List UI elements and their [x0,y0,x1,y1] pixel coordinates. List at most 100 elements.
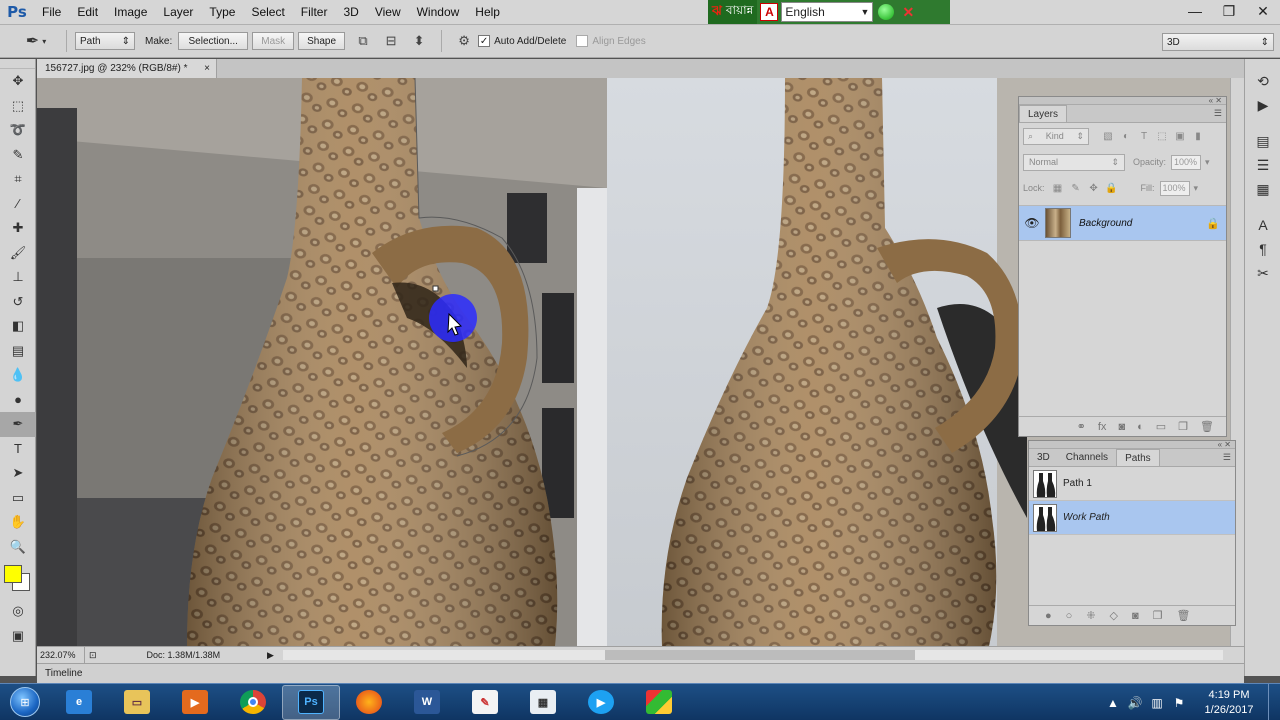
gear-icon[interactable]: ⚙ [453,31,475,51]
taskbar-media-player[interactable]: ▶ [166,685,224,720]
path-selection-tool-icon[interactable]: ➤ [0,461,36,486]
rectangle-tool-icon[interactable]: ▭ [0,486,36,511]
menu-file[interactable]: File [34,0,69,25]
new-path-icon[interactable]: ❐ [1153,609,1163,622]
type-tool-icon[interactable]: T [0,437,36,462]
menu-view[interactable]: View [367,0,409,25]
language-toggle-icon[interactable] [878,4,895,20]
eye-icon[interactable]: 👁 [1019,216,1045,230]
new-layer-icon[interactable]: ❐ [1178,420,1188,433]
stroke-path-icon[interactable]: ○ [1066,610,1073,622]
scrollbar-thumb[interactable] [605,650,915,660]
menu-3d[interactable]: 3D [335,0,366,25]
character-panel-icon[interactable]: A [1245,213,1280,237]
menu-select[interactable]: Select [243,0,292,25]
gradient-tool-icon[interactable]: ▤ [0,339,36,364]
link-layers-icon[interactable]: ⚭ [1077,420,1086,433]
make-work-path-icon[interactable]: ◇ [1110,609,1118,622]
show-hidden-icons-icon[interactable]: ▲ [1102,696,1124,710]
opacity-slider-arrow-icon[interactable]: ▾ [1205,157,1210,168]
path-row-work-path[interactable]: Work Path [1029,501,1235,535]
lock-transparent-icon[interactable]: ▦ [1049,183,1067,194]
zoom-tool-icon[interactable]: 🔍 [0,535,36,560]
close-icon[interactable]: ✕ [1246,0,1280,24]
pen-mode-select[interactable]: Path ⇕ [75,32,135,50]
panel-menu-icon[interactable]: ☰ [1223,452,1231,463]
menu-type[interactable]: Type [201,0,243,25]
timeline-tab[interactable]: Timeline [45,668,82,679]
make-shape-button[interactable]: Shape [298,32,346,50]
show-desktop-button[interactable] [1268,684,1280,720]
workspace-select[interactable]: 3D ⇕ [1162,33,1274,51]
trash-icon[interactable]: 🗑 [1177,609,1191,622]
foreground-color-swatch[interactable] [4,565,22,583]
load-as-selection-icon[interactable]: ⁜ [1086,609,1095,622]
menu-image[interactable]: Image [106,0,155,25]
panel-menu-icon[interactable]: ☰ [1214,108,1222,119]
align-edges-checkbox[interactable]: Align Edges [576,35,646,47]
action-center-icon[interactable]: ⚑ [1168,696,1190,710]
language-close-icon[interactable]: ✕ [899,4,917,20]
adjustments-panel-icon[interactable]: ☰ [1245,153,1280,177]
eraser-tool-icon[interactable]: ◧ [0,314,36,339]
kind-filter-select[interactable]: ⌕ Kind ⇕ [1023,127,1089,145]
pen-tool-icon[interactable]: ✒ [0,412,36,437]
language-select[interactable]: English ▼ [781,2,874,22]
lock-image-icon[interactable]: ✎ [1067,183,1085,194]
document-tab[interactable]: 156727.jpg @ 232% (RGB/8#) * × [37,59,217,78]
blend-mode-select[interactable]: Normal ⇕ [1023,153,1125,171]
properties-panel-icon[interactable]: ▤ [1245,129,1280,153]
crop-tool-icon[interactable]: ⌗ [0,167,36,192]
fx-icon[interactable]: fx [1098,421,1107,433]
pixel-filter-icon[interactable]: ▧ [1099,131,1117,142]
taskbar-chrome[interactable] [224,685,282,720]
tab-channels[interactable]: Channels [1058,449,1116,466]
language-icon[interactable]: A [760,3,779,21]
type-filter-icon[interactable]: T [1135,131,1153,142]
move-tool-icon[interactable]: ✥ [0,69,36,94]
restore-icon[interactable]: ❐ [1212,0,1246,24]
panel-grip[interactable] [1245,59,1280,69]
new-group-icon[interactable]: ▭ [1156,420,1166,433]
clone-stamp-tool-icon[interactable]: ⊥ [0,265,36,290]
lock-position-icon[interactable]: ✥ [1085,183,1103,194]
filter-toggle-icon[interactable]: ▮ [1189,131,1207,142]
taskbar-word[interactable]: W [398,685,456,720]
shape-filter-icon[interactable]: ⬚ [1153,131,1171,142]
path-alignment-icon[interactable]: ⊟ [380,31,402,51]
add-mask-icon[interactable]: ◙ [1118,421,1125,433]
taskbar-firefox[interactable] [340,685,398,720]
tab-3d[interactable]: 3D [1029,449,1058,466]
menu-help[interactable]: Help [467,0,508,25]
screen-mode-icon[interactable]: ▣ [0,624,36,649]
path-operations-icon[interactable]: ⧉ [352,31,374,51]
marquee-tool-icon[interactable]: ⬚ [0,94,36,119]
actions-panel-icon[interactable]: ▶ [1245,93,1280,117]
tab-layers[interactable]: Layers [1019,105,1068,122]
fill-slider-arrow-icon[interactable]: ▾ [1194,183,1199,194]
history-brush-tool-icon[interactable]: ↺ [0,290,36,315]
horizontal-scrollbar[interactable] [283,650,1223,660]
fill-field[interactable]: 100% [1159,180,1190,196]
pen-tool-preset-icon[interactable]: ✒ ▾ [14,28,58,54]
taskbar-calculator[interactable]: ▦ [514,685,572,720]
zoom-field[interactable]: 232.07% [37,646,85,664]
close-tab-icon[interactable]: × [204,63,210,74]
glyphs-panel-icon[interactable]: ✂ [1245,261,1280,285]
add-mask-icon[interactable]: ◙ [1132,610,1139,622]
clock[interactable]: 4:19 PM 1/26/2017 [1190,688,1268,718]
auto-add-delete-checkbox[interactable]: ✓ Auto Add/Delete [478,35,566,47]
lasso-tool-icon[interactable]: ➰ [0,118,36,143]
status-menu-arrow-icon[interactable]: ▶ [267,650,274,661]
taskbar-video-player[interactable]: ▶ [572,685,630,720]
adjustment-filter-icon[interactable]: ◐ [1117,131,1135,142]
start-button[interactable]: ⊞ [0,684,50,720]
panel-header[interactable]: « ✕ [1029,441,1235,449]
trash-icon[interactable]: 🗑 [1200,420,1214,433]
eyedropper-tool-icon[interactable]: ⁄ [0,192,36,217]
layer-row-background[interactable]: 👁 Background 🔒 [1019,205,1226,241]
brush-tool-icon[interactable]: 🖌 [0,241,36,266]
lock-all-icon[interactable]: 🔒 [1103,183,1121,194]
minimize-icon[interactable]: — [1178,0,1212,24]
panel-header[interactable]: « ✕ [1019,97,1226,105]
